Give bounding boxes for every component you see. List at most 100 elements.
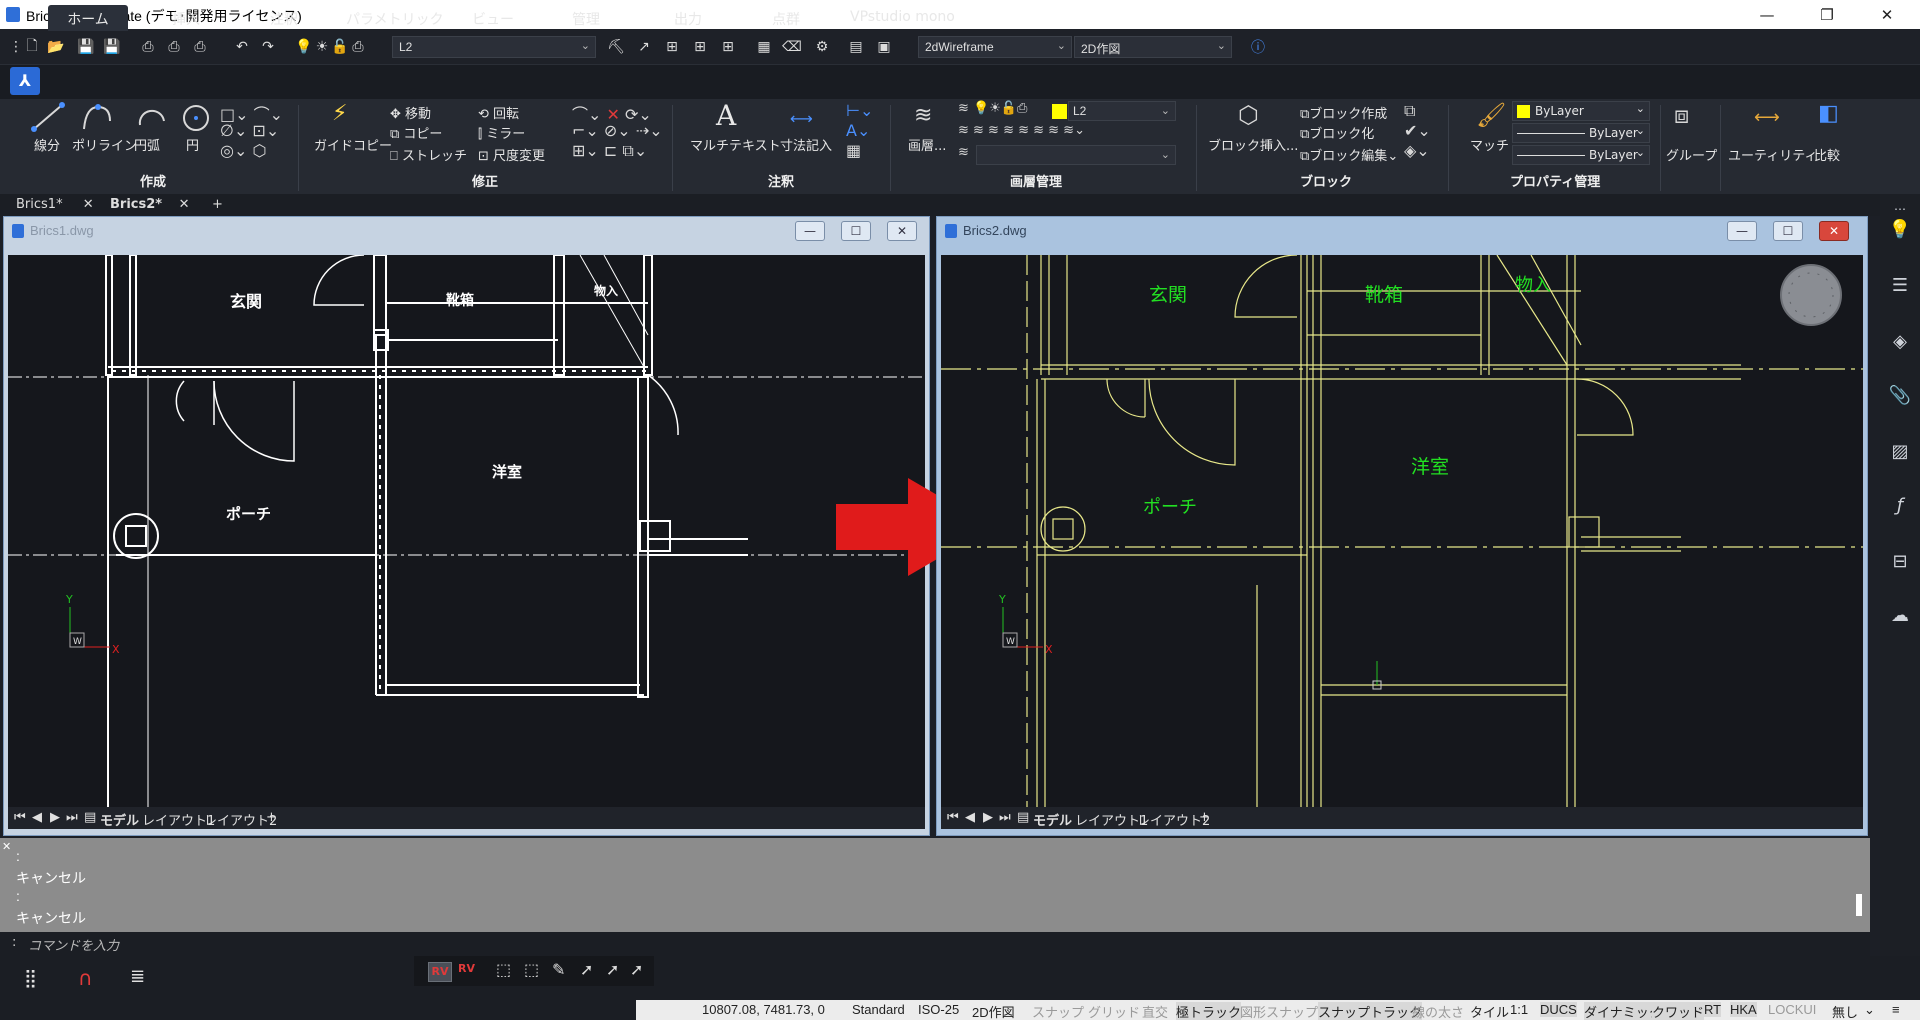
- undo-icon[interactable]: ↶: [232, 37, 252, 57]
- status-quad[interactable]: クワッド: [1652, 1002, 1705, 1020]
- scale-button[interactable]: ⊡ 尺度変更: [478, 145, 545, 164]
- status-workspace[interactable]: 2D作図: [972, 1002, 1015, 1020]
- close-icon[interactable]: ✕: [179, 197, 190, 212]
- utilities-button[interactable]: ユーティリティ: [1728, 145, 1817, 164]
- move-button[interactable]: ✥ 移動: [390, 103, 431, 122]
- lineweight-toggle-icon[interactable]: ≣: [130, 966, 145, 987]
- first-layout-icon[interactable]: ⏮: [14, 810, 26, 825]
- layer-unisolate-icon[interactable]: ⊞: [690, 37, 710, 57]
- guide-copy-button[interactable]: ガイドコピー: [314, 135, 392, 154]
- hatch-panel-icon[interactable]: ▨: [1888, 440, 1912, 464]
- mirror-button[interactable]: ⫿ ミラー: [478, 123, 525, 142]
- tab-manage[interactable]: 管理: [572, 5, 600, 31]
- array-icon[interactable]: ⊞⌄ ⊏ ⧉⌄: [572, 141, 647, 161]
- ribbon-layer-dropdown[interactable]: L2 ⌄: [1068, 101, 1176, 121]
- text-style-icon[interactable]: A⌄: [846, 121, 870, 140]
- layer-walk-icon[interactable]: ⊞: [718, 37, 738, 57]
- prev-layout-icon[interactable]: ◀: [965, 810, 975, 825]
- formula-icon[interactable]: ƒ: [1888, 494, 1912, 518]
- layout-menu-icon[interactable]: ▤: [84, 810, 96, 825]
- minimize-button[interactable]: —: [1744, 0, 1790, 29]
- settings-gear-icon[interactable]: ⚙: [812, 37, 832, 57]
- status-dynamic[interactable]: ダイナミック: [1584, 1002, 1662, 1020]
- magnet-icon[interactable]: ∩: [78, 966, 93, 990]
- help-icon[interactable]: ⓘ: [1248, 37, 1268, 57]
- status-polar[interactable]: 極トラック: [1176, 1002, 1242, 1020]
- tab-point-cloud[interactable]: 点群: [772, 5, 800, 31]
- hatch-icon[interactable]: ◎⌄ ⬡: [220, 141, 266, 160]
- attachment-icon[interactable]: 📎: [1888, 384, 1912, 408]
- spline-icon[interactable]: ∅⌄ ⊡⌄: [220, 121, 279, 140]
- pointer-minus-icon[interactable]: ➚: [630, 960, 643, 979]
- first-layout-icon[interactable]: ⏮: [947, 810, 959, 825]
- scrollbar-thumb[interactable]: [1856, 894, 1862, 916]
- close-button[interactable]: ✕: [887, 221, 917, 241]
- blockify-button[interactable]: ⧉ブロック化: [1300, 123, 1374, 142]
- application-menu-button[interactable]: ⅄: [10, 67, 40, 95]
- doc-tab-brics1[interactable]: Brics1* ✕: [8, 196, 102, 214]
- eraser-icon[interactable]: ⌫: [782, 37, 802, 57]
- more-icon[interactable]: …: [1888, 194, 1912, 218]
- fillet-icon[interactable]: ⌐⌄ ⊘⌄ ⇢⌄: [572, 121, 663, 140]
- add-layout-button[interactable]: +: [266, 810, 277, 825]
- status-iso25[interactable]: ISO-25: [918, 1002, 959, 1017]
- layer-previous-icon[interactable]: ↗: [634, 37, 654, 57]
- groups-button[interactable]: グループ: [1666, 145, 1717, 164]
- print-icon[interactable]: ⎙: [138, 37, 158, 57]
- drawing-canvas-left[interactable]: 玄関 靴箱 物入 ポーチ 洋室 Y X W: [8, 255, 925, 807]
- tab-home[interactable]: ホーム: [48, 5, 128, 31]
- command-line[interactable]: : コマンドを入力: [0, 932, 1870, 956]
- status-lineweight[interactable]: 線の太さ: [1412, 1002, 1464, 1020]
- save-icon[interactable]: 💾: [76, 37, 96, 57]
- close-button[interactable]: ✕: [1864, 0, 1910, 29]
- close-icon[interactable]: ✕: [2, 840, 11, 853]
- calculator-icon[interactable]: ▤: [846, 37, 866, 57]
- image-icon[interactable]: ▣: [874, 37, 894, 57]
- last-layout-icon[interactable]: ⏭: [999, 810, 1011, 825]
- tab-annotate[interactable]: 注釈: [270, 5, 298, 31]
- prev-layout-icon[interactable]: ◀: [32, 810, 42, 825]
- status-grid[interactable]: グリッド: [1088, 1002, 1140, 1020]
- new-file-icon[interactable]: 🗋: [22, 37, 42, 57]
- maximize-button[interactable]: ☐: [841, 221, 871, 241]
- leader-icon[interactable]: ⊢⌄: [846, 101, 873, 120]
- stretch-button[interactable]: ⎕ ストレッチ: [390, 145, 467, 164]
- status-osnap[interactable]: 図形スナップ: [1240, 1002, 1318, 1020]
- mtext-button[interactable]: マルチテキスト: [690, 135, 781, 154]
- status-hka[interactable]: HKA: [1730, 1002, 1757, 1017]
- layer-match-small-icon[interactable]: ≋: [958, 145, 969, 160]
- snap-settings-icon[interactable]: ⣿: [24, 968, 37, 989]
- status-otrack[interactable]: スナップトラック: [1318, 1002, 1423, 1020]
- compare-button[interactable]: 比較: [1814, 145, 1840, 164]
- select-cross-icon[interactable]: ⬚: [524, 960, 539, 979]
- new-tab-button[interactable]: +: [204, 196, 231, 214]
- status-menu-icon[interactable]: ≡: [1892, 1002, 1900, 1017]
- circle-button[interactable]: 円: [186, 135, 199, 154]
- attribute-icon[interactable]: ⧉: [1404, 101, 1415, 121]
- linetype-dropdown[interactable]: ByLayer ⌄: [1512, 123, 1650, 143]
- block-create-button[interactable]: ⧉ブロック作成: [1300, 103, 1387, 122]
- workspace-dropdown[interactable]: 2D作図 ⌄: [1074, 36, 1232, 58]
- doc-tab-brics2[interactable]: Brics2* ✕: [102, 196, 198, 214]
- match-properties-button[interactable]: マッチ: [1470, 135, 1509, 154]
- save-as-icon[interactable]: 💾: [102, 37, 122, 57]
- review-icon[interactable]: RV: [428, 962, 452, 982]
- visual-style-dropdown[interactable]: 2dWireframe ⌄: [918, 36, 1072, 58]
- status-standard[interactable]: Standard: [852, 1002, 905, 1017]
- pointer-icon[interactable]: ➚: [580, 960, 593, 979]
- layer-tools-icons[interactable]: ≋ ≋ ≋ ≋ ≋ ≋ ≋ ≋⌄: [958, 123, 1085, 138]
- navigation-wheel-icon[interactable]: [1780, 264, 1842, 326]
- close-icon[interactable]: ✕: [83, 197, 94, 212]
- add-layout-button[interactable]: +: [1199, 810, 1210, 825]
- lineweight-dropdown[interactable]: ByLayer ⌄: [1512, 145, 1650, 165]
- tab-view[interactable]: ビュー: [472, 5, 514, 31]
- next-layout-icon[interactable]: ▶: [50, 810, 60, 825]
- tab-model[interactable]: モデル: [1033, 810, 1072, 829]
- status-rt[interactable]: RT: [1704, 1002, 1722, 1017]
- layer-filter-dropdown[interactable]: ⌄: [976, 145, 1176, 165]
- table-icon[interactable]: ▦: [846, 141, 861, 160]
- status-tile[interactable]: タイル: [1470, 1002, 1509, 1020]
- select-window-icon[interactable]: ⬚: [496, 960, 511, 979]
- lightbulb-icon[interactable]: 💡: [1888, 218, 1912, 242]
- color-dropdown[interactable]: ByLayer ⌄: [1512, 101, 1650, 121]
